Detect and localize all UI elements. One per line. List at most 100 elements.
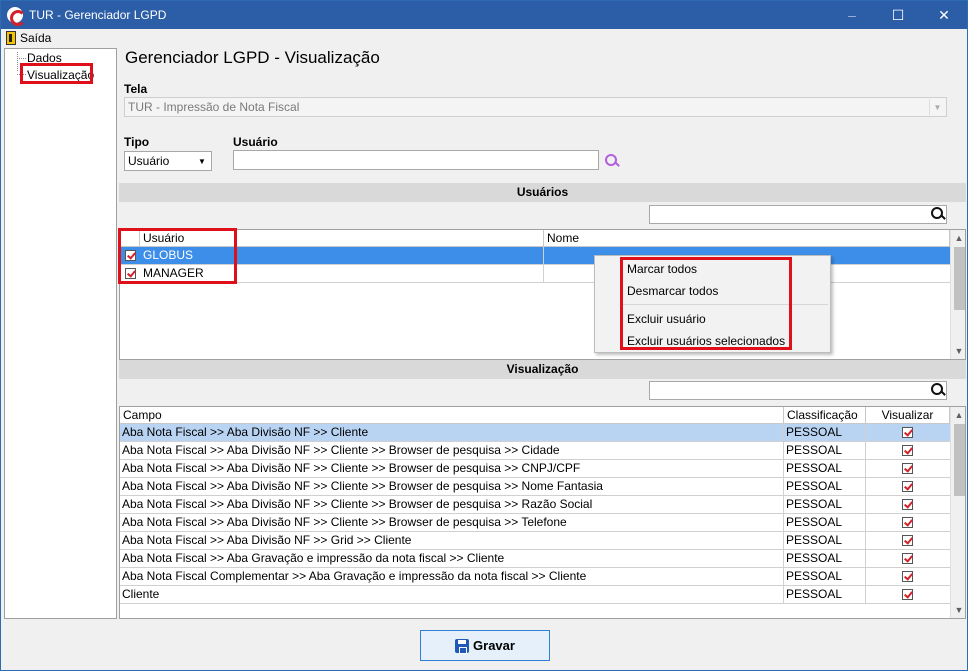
tree-connector (17, 74, 26, 75)
visualizar-checkbox[interactable] (902, 499, 913, 510)
tipo-value: Usuário (128, 154, 170, 168)
classificacao-cell: PESSOAL (784, 442, 866, 460)
classificacao-cell: PESSOAL (784, 478, 866, 496)
menu-exit-label: Saída (20, 31, 52, 45)
window-controls: – ☐ ✕ (829, 1, 967, 29)
campo-cell: Aba Nota Fiscal >> Aba Divisão NF >> Cli… (120, 478, 784, 496)
menu-item-excluir-selecionados[interactable]: Excluir usuários selecionados (627, 334, 785, 348)
campo-cell: Aba Nota Fiscal >> Aba Divisão NF >> Cli… (120, 442, 784, 460)
scroll-down-icon[interactable]: ▼ (951, 602, 965, 618)
floppy-disk-icon (455, 638, 470, 654)
view-grid-header-classificacao[interactable]: Classificação (784, 407, 866, 424)
table-row[interactable]: Aba Nota Fiscal >> Aba Divisão NF >> Cli… (120, 478, 950, 496)
user-name-cell: MANAGER (140, 265, 544, 283)
view-grid-header-visualizar[interactable]: Visualizar (866, 407, 950, 424)
save-button-label: Gravar (473, 638, 515, 653)
main-window: TUR - Gerenciador LGPD – ☐ ✕ Saída Dados… (0, 0, 968, 671)
search-icon[interactable] (930, 382, 946, 398)
visualizar-checkbox[interactable] (902, 517, 913, 528)
campo-cell: Aba Nota Fiscal Complementar >> Aba Grav… (120, 568, 784, 586)
scroll-up-icon[interactable]: ▲ (951, 407, 965, 423)
chevron-down-icon[interactable]: ▼ (194, 153, 210, 169)
tree-item-dados[interactable]: Dados (27, 51, 62, 65)
visualizar-checkbox[interactable] (902, 589, 913, 600)
visualizar-checkbox[interactable] (902, 571, 913, 582)
menu-item-marcar-todos[interactable]: Marcar todos (627, 262, 697, 276)
scroll-down-icon[interactable]: ▼ (951, 343, 965, 359)
visualizar-checkbox[interactable] (902, 463, 913, 474)
menu-exit[interactable]: Saída (1, 31, 51, 45)
view-grid: Campo Classificação Visualizar Aba Nota … (119, 406, 966, 619)
scroll-thumb[interactable] (954, 247, 965, 310)
exit-door-icon (6, 31, 16, 45)
table-row[interactable]: Aba Nota Fiscal >> Aba Gravação e impres… (120, 550, 950, 568)
users-grid-header-usuario[interactable]: Usuário (140, 230, 544, 247)
tree-connector (17, 52, 18, 71)
campo-cell: Aba Nota Fiscal >> Aba Gravação e impres… (120, 550, 784, 568)
visualizar-checkbox[interactable] (902, 427, 913, 438)
menu-bar: Saída (1, 29, 967, 47)
table-row[interactable]: Aba Nota Fiscal >> Aba Divisão NF >> Cli… (120, 460, 950, 478)
menu-separator (623, 304, 828, 305)
save-button[interactable]: Gravar (420, 630, 550, 661)
campo-cell: Aba Nota Fiscal >> Aba Divisão NF >> Cli… (120, 460, 784, 478)
tela-label: Tela (124, 82, 148, 96)
campo-cell: Aba Nota Fiscal >> Aba Divisão NF >> Cli… (120, 514, 784, 532)
visualizar-checkbox[interactable] (902, 535, 913, 546)
close-button[interactable]: ✕ (921, 1, 967, 29)
table-row[interactable]: Aba Nota Fiscal >> Aba Divisão NF >> Cli… (120, 496, 950, 514)
visualizar-checkbox[interactable] (902, 445, 913, 456)
table-row[interactable]: Aba Nota Fiscal >> Aba Divisão NF >> Cli… (120, 424, 950, 442)
menu-item-excluir-usuario[interactable]: Excluir usuário (627, 312, 706, 326)
window-title: TUR - Gerenciador LGPD (29, 8, 167, 22)
tipo-combobox[interactable]: Usuário ▼ (124, 151, 212, 171)
tipo-label: Tipo (124, 135, 150, 149)
navigation-tree: Dados Visualização (4, 48, 117, 619)
campo-cell: Aba Nota Fiscal >> Aba Divisão NF >> Cli… (120, 496, 784, 514)
table-row[interactable]: Aba Nota Fiscal >> Aba Divisão NF >> Gri… (120, 532, 950, 550)
view-grid-scrollbar[interactable]: ▲ ▼ (950, 407, 965, 618)
context-menu: Marcar todos Desmarcar todos Excluir usu… (594, 255, 831, 353)
users-grid-header-nome[interactable]: Nome (544, 230, 950, 247)
classificacao-cell: PESSOAL (784, 586, 866, 604)
classificacao-cell: PESSOAL (784, 496, 866, 514)
tela-combobox: TUR - Impressão de Nota Fiscal ▼ (124, 97, 947, 117)
users-grid-header-check (120, 230, 140, 247)
classificacao-cell: PESSOAL (784, 568, 866, 586)
view-search-input[interactable] (649, 381, 947, 400)
campo-cell: Cliente (120, 586, 784, 604)
campo-cell: Aba Nota Fiscal >> Aba Divisão NF >> Gri… (120, 532, 784, 550)
tree-item-visualizacao[interactable]: Visualização (27, 68, 94, 82)
tela-value: TUR - Impressão de Nota Fiscal (128, 100, 300, 114)
search-icon[interactable] (604, 153, 620, 169)
usuario-input[interactable] (233, 150, 599, 170)
scroll-thumb[interactable] (954, 424, 965, 496)
minimize-button[interactable]: – (829, 1, 875, 29)
users-grid-scrollbar[interactable]: ▲ ▼ (950, 230, 965, 359)
classificacao-cell: PESSOAL (784, 532, 866, 550)
chevron-down-icon: ▼ (929, 99, 945, 115)
classificacao-cell: PESSOAL (784, 424, 866, 442)
table-row[interactable]: Aba Nota Fiscal Complementar >> Aba Grav… (120, 568, 950, 586)
view-section-header: Visualização (119, 360, 966, 379)
visualizar-checkbox[interactable] (902, 481, 913, 492)
row-checkbox[interactable] (125, 268, 136, 279)
table-row[interactable]: Aba Nota Fiscal >> Aba Divisão NF >> Cli… (120, 442, 950, 460)
user-name-cell: GLOBUS (140, 247, 544, 265)
users-search-input[interactable] (649, 205, 947, 224)
row-checkbox[interactable] (125, 250, 136, 261)
maximize-button[interactable]: ☐ (875, 1, 921, 29)
visualizar-checkbox[interactable] (902, 553, 913, 564)
classificacao-cell: PESSOAL (784, 514, 866, 532)
table-row[interactable]: Aba Nota Fiscal >> Aba Divisão NF >> Cli… (120, 514, 950, 532)
view-grid-header-campo[interactable]: Campo (120, 407, 784, 424)
table-row[interactable]: Cliente PESSOAL (120, 586, 950, 604)
campo-cell: Aba Nota Fiscal >> Aba Divisão NF >> Cli… (120, 424, 784, 442)
classificacao-cell: PESSOAL (784, 460, 866, 478)
users-grid: Usuário Nome GLOBUS MANAGER ▲ ▼ (119, 229, 966, 360)
menu-item-desmarcar-todos[interactable]: Desmarcar todos (627, 284, 718, 298)
page-title: Gerenciador LGPD - Visualização (125, 48, 380, 67)
search-icon[interactable] (930, 206, 946, 222)
scroll-up-icon[interactable]: ▲ (951, 230, 965, 246)
classificacao-cell: PESSOAL (784, 550, 866, 568)
